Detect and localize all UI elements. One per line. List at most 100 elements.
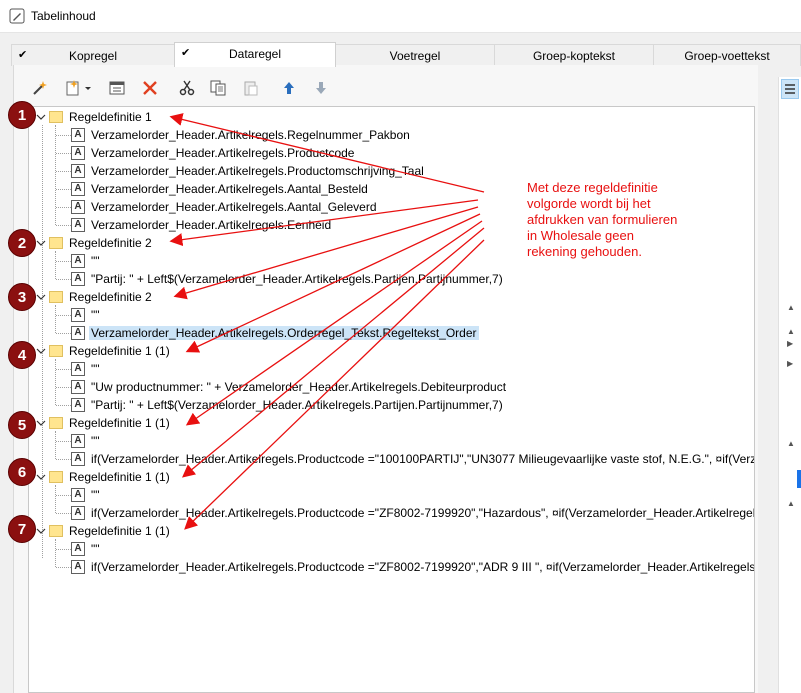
text-field-icon: A <box>71 542 85 556</box>
node-label: Regeldefinitie 1 <box>69 110 152 124</box>
step-badge-1: 1 <box>8 101 36 129</box>
properties-button[interactable] <box>106 77 128 99</box>
folder-icon <box>49 345 63 357</box>
annotation-line: rekening gehouden. <box>527 244 642 259</box>
node-label: Regeldefinitie 1 (1) <box>69 416 170 430</box>
list-view-button[interactable] <box>781 79 799 99</box>
text-field-icon: A <box>71 434 85 448</box>
node-label: Regeldefinitie 1 (1) <box>69 524 170 538</box>
tab-groep-voettekst[interactable]: Groep-voettekst <box>653 44 801 66</box>
tab-label: Groep-koptekst <box>532 49 616 63</box>
chevron-down-icon[interactable] <box>35 111 47 123</box>
leaf-label: "" <box>91 254 100 268</box>
text-field-icon: A <box>71 254 85 268</box>
text-field-icon: A <box>71 308 85 322</box>
leaf-label: Verzamelorder_Header.Artikelregels.Order… <box>89 326 479 340</box>
text-field-icon: A <box>71 128 85 142</box>
chevron-down-icon[interactable] <box>35 417 47 429</box>
chevron-right-icon[interactable]: ▶ <box>787 339 795 348</box>
tree-line <box>42 125 43 558</box>
node-label: Regeldefinitie 2 <box>69 290 152 304</box>
folder-icon <box>49 417 63 429</box>
chevron-up-icon[interactable]: ▲ <box>787 303 795 312</box>
text-field-icon: A <box>71 560 85 574</box>
text-field-icon: A <box>71 218 85 232</box>
delete-button[interactable] <box>139 77 161 99</box>
active-indicator <box>797 470 801 488</box>
folder-icon <box>49 471 63 483</box>
leaf-label: Verzamelorder_Header.Artikelregels.Produ… <box>91 164 424 178</box>
leaf-label: Verzamelorder_Header.Artikelregels.Aanta… <box>91 182 368 196</box>
annotation-line: afdrukken van formulieren <box>527 212 678 227</box>
annotation-line: in Wholesale geen <box>527 228 634 243</box>
leaf-label: "" <box>91 362 100 376</box>
leaf-label: if(Verzamelorder_Header.Artikelregels.Pr… <box>91 560 755 574</box>
node-label: Regeldefinitie 2 <box>69 236 152 250</box>
text-field-icon: A <box>71 146 85 160</box>
text-field-icon: A <box>71 506 85 520</box>
step-badge-6: 6 <box>8 458 36 486</box>
leaf-label: Verzamelorder_Header.Artikelregels.Eenhe… <box>91 218 332 232</box>
tab-kopregel[interactable]: ✔ Kopregel <box>11 44 175 66</box>
properties-icon <box>109 81 125 95</box>
paste-button[interactable] <box>240 77 262 99</box>
chevron-up-icon[interactable]: ▲ <box>787 327 795 336</box>
tab-groep-koptekst[interactable]: Groep-koptekst <box>494 44 654 66</box>
new-item-dropdown-button[interactable] <box>62 77 96 99</box>
copy-button[interactable] <box>207 77 229 99</box>
text-field-icon: A <box>71 362 85 376</box>
text-field-icon: A <box>71 326 85 340</box>
folder-icon <box>49 291 63 303</box>
leaf-label: "" <box>91 308 100 322</box>
chevron-down-icon[interactable] <box>35 237 47 249</box>
copy-icon <box>210 80 226 96</box>
chevron-up-icon[interactable]: ▲ <box>787 439 795 448</box>
annotation-line: Met deze regeldefinitie <box>527 180 658 195</box>
node-label: Regeldefinitie 1 (1) <box>69 344 170 358</box>
move-down-button[interactable] <box>310 77 332 99</box>
leaf-label: if(Verzamelorder_Header.Artikelregels.Pr… <box>91 506 755 520</box>
text-field-icon: A <box>71 452 85 466</box>
move-down-icon <box>316 82 326 94</box>
chevron-down-icon[interactable] <box>35 291 47 303</box>
window-title: Tabelinhoud <box>31 9 96 23</box>
tab-bar: ✔ Kopregel ✔ Dataregel Voetregel Groep-k… <box>5 42 801 67</box>
folder-icon <box>49 237 63 249</box>
leaf-label: Verzamelorder_Header.Artikelregels.Produ… <box>91 146 355 160</box>
chevron-down-icon[interactable] <box>35 345 47 357</box>
text-field-icon: A <box>71 200 85 214</box>
leaf-label: "Partij: " + Left$(Verzamelorder_Header.… <box>91 398 503 412</box>
new-item-icon <box>66 80 91 96</box>
cut-icon <box>179 80 195 96</box>
text-field-icon: A <box>71 164 85 178</box>
leaf-label: Verzamelorder_Header.Artikelregels.Aanta… <box>91 200 377 214</box>
step-badge-4: 4 <box>8 341 36 369</box>
node-label: Regeldefinitie 1 (1) <box>69 470 170 484</box>
tab-label: Groep-voettekst <box>684 49 770 63</box>
chevron-right-icon[interactable]: ▶ <box>787 359 795 368</box>
text-field-icon: A <box>71 488 85 502</box>
tab-voetregel[interactable]: Voetregel <box>335 44 495 66</box>
move-up-button[interactable] <box>278 77 300 99</box>
leaf-label: "Uw productnummer: " + Verzamelorder_Hea… <box>91 380 507 394</box>
leaf-label: Verzamelorder_Header.Artikelregels.Regel… <box>91 128 410 142</box>
cut-button[interactable] <box>176 77 198 99</box>
delete-icon <box>143 81 157 95</box>
tab-label: Voetregel <box>389 49 441 63</box>
leaf-label: if(Verzamelorder_Header.Artikelregels.Pr… <box>91 452 755 466</box>
tab-label: Dataregel <box>228 47 282 61</box>
step-badge-2: 2 <box>8 229 36 257</box>
chevron-up-icon[interactable]: ▲ <box>787 499 795 508</box>
side-toolbar: ▲ ▲ ▶ ▶ ▲ ▲ <box>778 77 801 693</box>
chevron-down-icon[interactable] <box>35 471 47 483</box>
tab-dataregel[interactable]: ✔ Dataregel <box>174 42 336 67</box>
leaf-label: "" <box>91 434 100 448</box>
title-bar: Tabelinhoud <box>0 0 801 33</box>
wizard-button[interactable] <box>29 77 51 99</box>
magic-wand-icon <box>33 81 47 95</box>
leaf-label: "Partij: " + Left$(Verzamelorder_Header.… <box>91 272 503 286</box>
leaf-label: "" <box>91 488 100 502</box>
step-badge-5: 5 <box>8 411 36 439</box>
annotation-line: volgorde wordt bij het <box>527 196 651 211</box>
chevron-down-icon[interactable] <box>35 525 47 537</box>
